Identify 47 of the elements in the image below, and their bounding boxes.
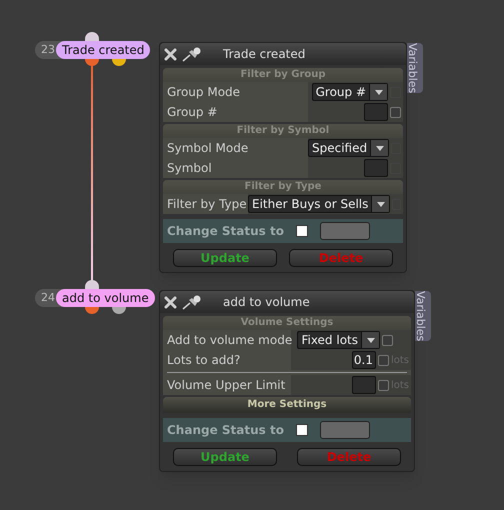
dropdown[interactable]: Either Buys or Sells: [248, 195, 390, 213]
input-field[interactable]: [364, 159, 388, 177]
caret-icon: [376, 202, 385, 206]
dropdown[interactable]: Fixed lots: [297, 331, 380, 349]
checkbox[interactable]: [296, 424, 308, 436]
status-field[interactable]: [320, 421, 370, 439]
input-pin[interactable]: [85, 32, 99, 42]
variables-tab[interactable]: Variables: [407, 43, 423, 94]
input-field[interactable]: [352, 376, 376, 394]
input-field[interactable]: 0.1: [352, 351, 376, 369]
section-header: Filter by Group: [163, 68, 403, 82]
section-header: Filter by Symbol: [163, 124, 403, 138]
variables-tab[interactable]: Variables: [415, 291, 431, 342]
panel-title: Trade created: [223, 46, 306, 63]
close-icon[interactable]: [164, 48, 177, 60]
checkbox[interactable]: [296, 225, 308, 237]
section-header: Volume Settings: [163, 316, 411, 330]
section-header: Filter by Type: [163, 180, 403, 194]
field-label: Symbol Mode: [163, 138, 308, 158]
checkbox[interactable]: [382, 334, 393, 346]
field-label: Group #: [163, 102, 308, 122]
dropdown[interactable]: Specified: [308, 139, 390, 157]
status-field[interactable]: [320, 222, 370, 240]
close-icon[interactable]: [164, 296, 177, 308]
caret-icon: [366, 338, 374, 342]
field-label: Lots to add?: [163, 350, 291, 370]
input-pin[interactable]: [85, 280, 99, 290]
field-label: Symbol: [163, 158, 308, 178]
status-label: Change Status to: [167, 422, 284, 439]
caret-icon: [376, 146, 384, 150]
checkbox[interactable]: [378, 354, 389, 366]
status-label: Change Status to: [167, 223, 284, 240]
section-header: More Settings: [163, 397, 411, 413]
checkbox[interactable]: [390, 106, 401, 118]
field-label: Filter by Type: [163, 194, 248, 214]
field-label: Group Mode: [163, 82, 308, 102]
checkbox[interactable]: [378, 380, 389, 390]
field-label: Volume Upper Limit: [163, 375, 291, 395]
pin-icon[interactable]: [181, 46, 203, 62]
node-label[interactable]: Trade created: [56, 41, 150, 59]
node-label[interactable]: add to volume: [56, 289, 155, 307]
field-label: Add to volume mode: [163, 330, 291, 350]
input-field[interactable]: [364, 103, 388, 121]
panel-title: add to volume: [223, 294, 310, 311]
pin-icon[interactable]: [181, 294, 203, 310]
dropdown[interactable]: Group #: [312, 83, 388, 101]
caret-icon: [374, 90, 382, 94]
